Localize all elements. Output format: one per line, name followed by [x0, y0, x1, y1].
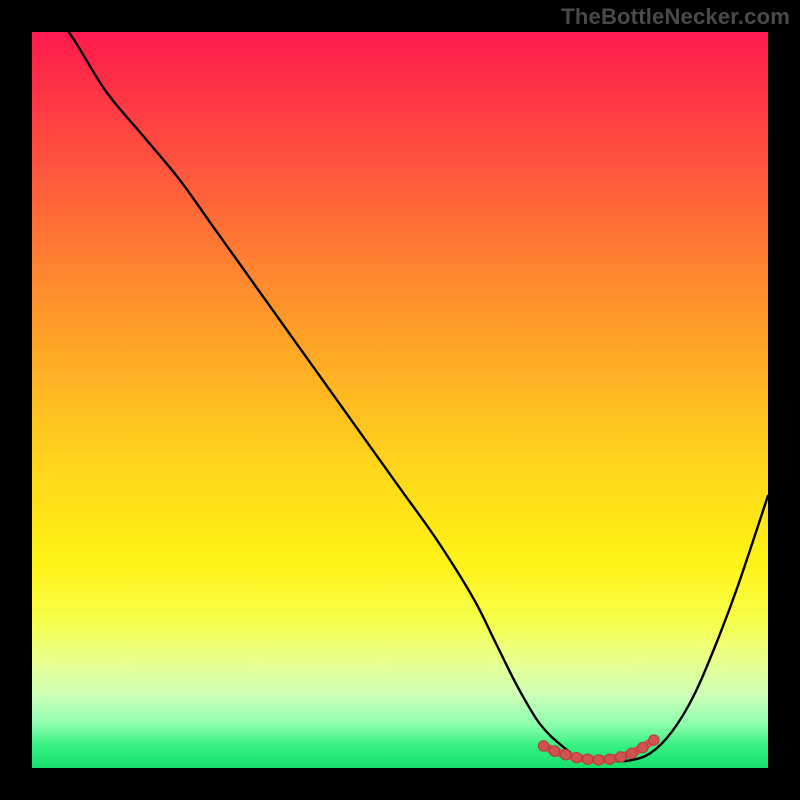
- optimal-range-dot: [638, 742, 648, 752]
- optimal-range-dot: [582, 754, 592, 764]
- optimal-range-dot: [605, 754, 615, 764]
- optimal-range-dot: [616, 752, 626, 762]
- chart-frame: TheBottleNecker.com: [0, 0, 800, 800]
- attribution-text: TheBottleNecker.com: [561, 4, 790, 30]
- bottleneck-curve: [32, 32, 768, 762]
- optimal-range-dot: [560, 750, 570, 760]
- optimal-range-dots: [538, 735, 659, 765]
- optimal-range-dot: [538, 741, 548, 751]
- optimal-range-dot: [594, 755, 604, 765]
- plot-area: [32, 32, 768, 768]
- optimal-range-dot: [571, 753, 581, 763]
- chart-svg: [32, 32, 768, 768]
- optimal-range-dot: [627, 748, 637, 758]
- optimal-range-dot: [549, 746, 559, 756]
- optimal-range-dot: [649, 735, 659, 745]
